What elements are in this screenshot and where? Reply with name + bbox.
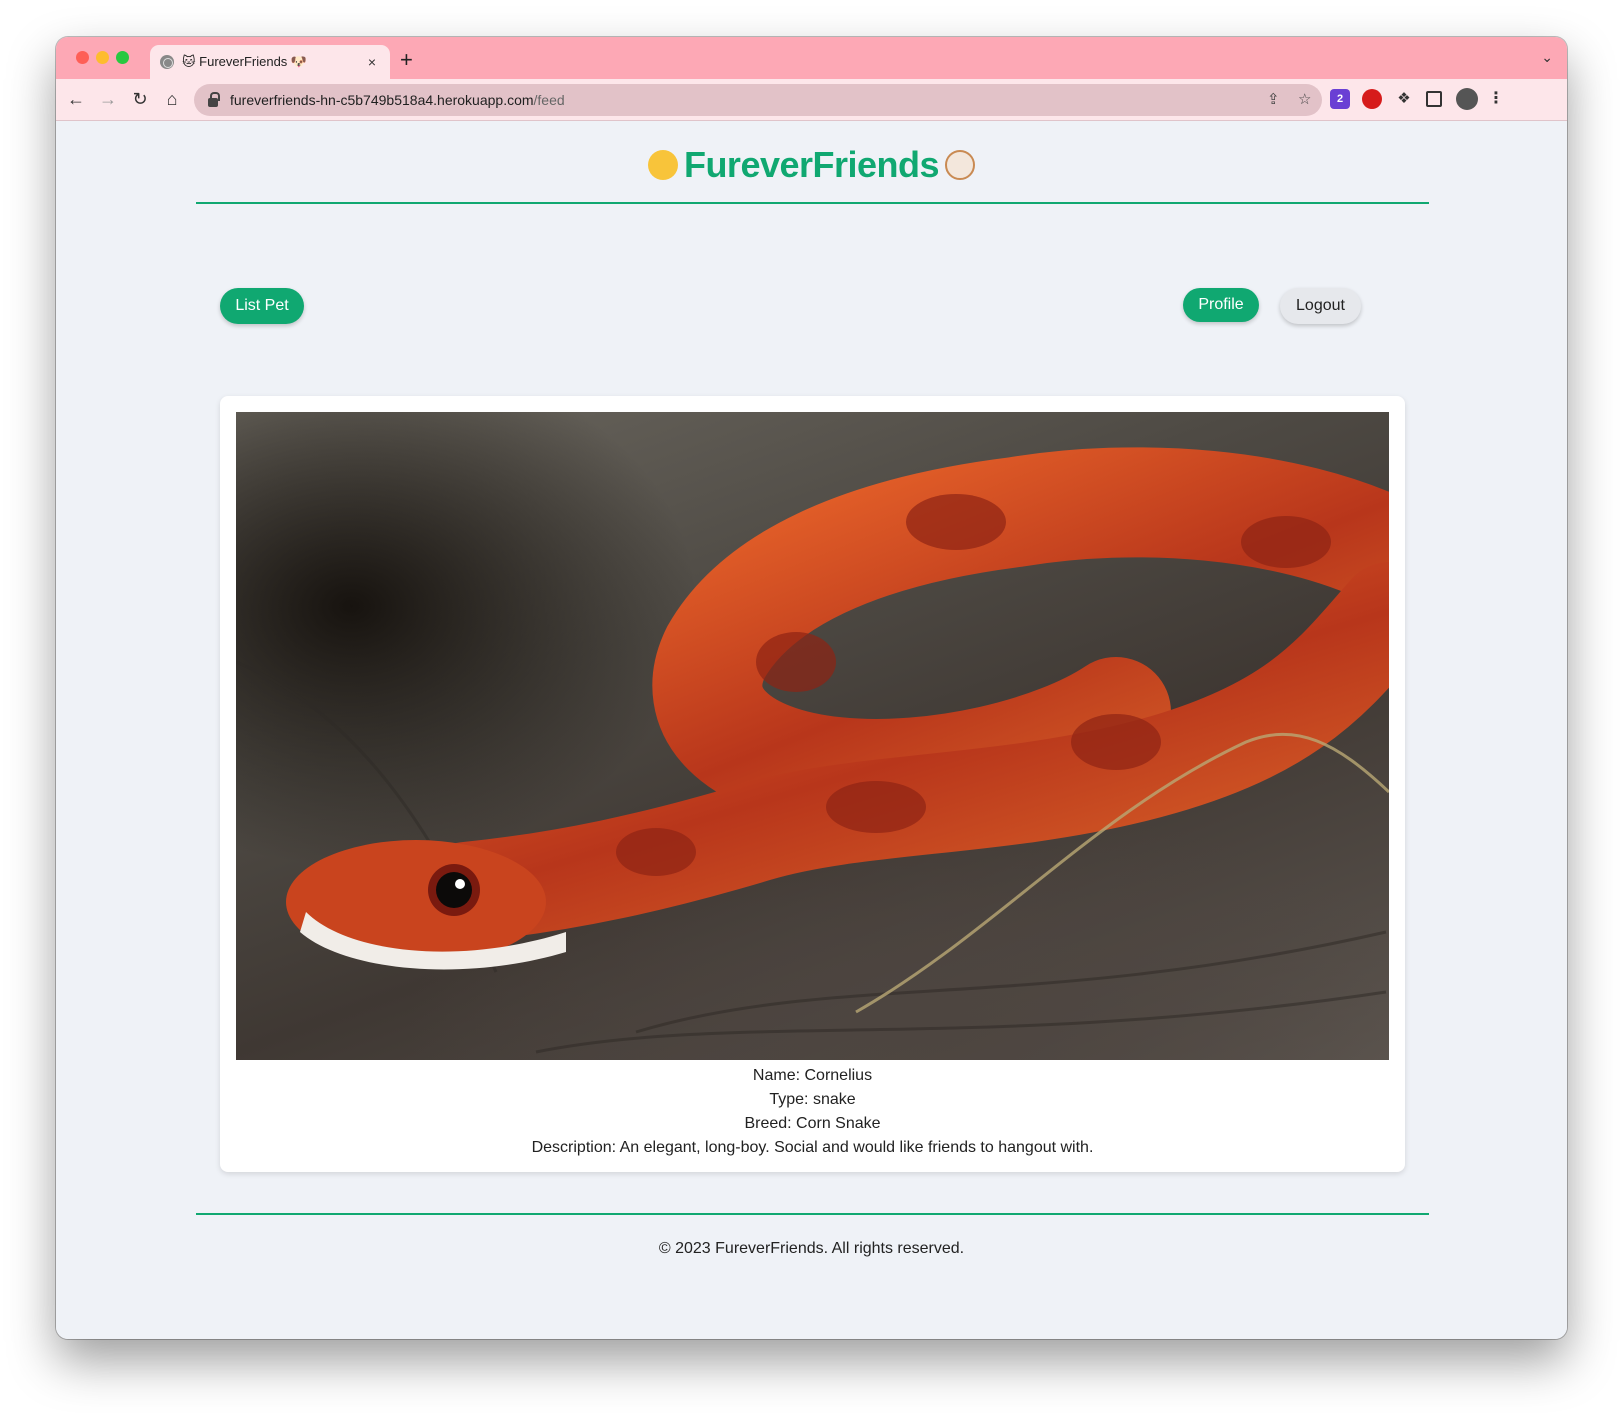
home-icon[interactable]: ⌂	[160, 87, 184, 111]
maximize-window-button[interactable]	[116, 51, 129, 64]
pet-details: Name: Cornelius Type: snake Breed: Corn …	[220, 1064, 1405, 1160]
browser-tab-active[interactable]: 🐱 FureverFriends 🐶 ×	[150, 45, 390, 79]
pet-breed: Breed: Corn Snake	[744, 1115, 881, 1132]
footer-divider	[196, 1213, 1429, 1215]
snake-illustration	[236, 447, 1389, 1054]
extension-badge-count: 2	[1336, 93, 1344, 105]
back-arrow-icon[interactable]: ←	[64, 87, 88, 111]
logout-button[interactable]: Logout	[1280, 288, 1361, 324]
profile-avatar-icon[interactable]	[1456, 88, 1478, 110]
site-title-text: FureverFriends	[683, 144, 940, 185]
close-window-button[interactable]	[76, 51, 89, 64]
pet-type: Type: snake	[769, 1091, 856, 1108]
pet-name: Name: Cornelius	[752, 1067, 873, 1084]
side-panel-icon[interactable]	[1426, 91, 1442, 107]
list-pet-button[interactable]: List Pet	[220, 288, 304, 324]
pet-photo	[236, 412, 1389, 1060]
url-path: /feed	[533, 92, 565, 108]
chevron-down-icon[interactable]: ⌄	[1541, 49, 1553, 66]
kebab-menu-icon[interactable]: ⋮	[1486, 89, 1506, 109]
tab-title: 🐱 FureverFriends 🐶	[182, 54, 308, 69]
web-page: FureverFriends List Pet Profile Logout N…	[56, 122, 1567, 1339]
reload-icon[interactable]: ↻	[128, 87, 152, 111]
page-title: FureverFriends	[56, 144, 1567, 186]
url-host: fureverfriends-hn-c5b749b518a4.herokuapp…	[230, 92, 534, 108]
puzzle-extensions-icon[interactable]: ❖	[1394, 89, 1414, 109]
extension-badge-icon[interactable]: 2	[1330, 89, 1350, 109]
dog-face-icon	[945, 150, 976, 180]
cat-face-icon	[647, 150, 678, 180]
close-tab-icon[interactable]: ×	[364, 54, 380, 70]
lock-icon	[208, 91, 220, 107]
pet-description: Description: An elegant, long-boy. Socia…	[531, 1139, 1094, 1156]
bookmark-star-icon[interactable]: ☆	[1298, 90, 1311, 108]
adblock-extension-icon[interactable]	[1362, 89, 1382, 109]
browser-window: 🐱 FureverFriends 🐶 × + ⌄ ← → ↻ ⌂ furever…	[56, 37, 1567, 1339]
profile-button[interactable]: Profile	[1183, 288, 1259, 322]
globe-icon	[160, 55, 174, 69]
minimize-window-button[interactable]	[96, 51, 109, 64]
share-icon[interactable]: ⇪	[1267, 90, 1280, 108]
footer-copyright: © 2023 FureverFriends. All rights reserv…	[658, 1240, 965, 1257]
pet-card: Name: Cornelius Type: snake Breed: Corn …	[220, 396, 1405, 1172]
header-divider	[196, 202, 1429, 204]
forward-arrow-icon[interactable]: →	[96, 87, 120, 111]
new-tab-button[interactable]: +	[400, 48, 413, 72]
tab-strip: 🐱 FureverFriends 🐶 × + ⌄	[56, 37, 1567, 79]
browser-toolbar: ← → ↻ ⌂ fureverfriends-hn-c5b749b518a4.h…	[56, 79, 1567, 121]
address-bar[interactable]: fureverfriends-hn-c5b749b518a4.herokuapp…	[194, 84, 1322, 116]
